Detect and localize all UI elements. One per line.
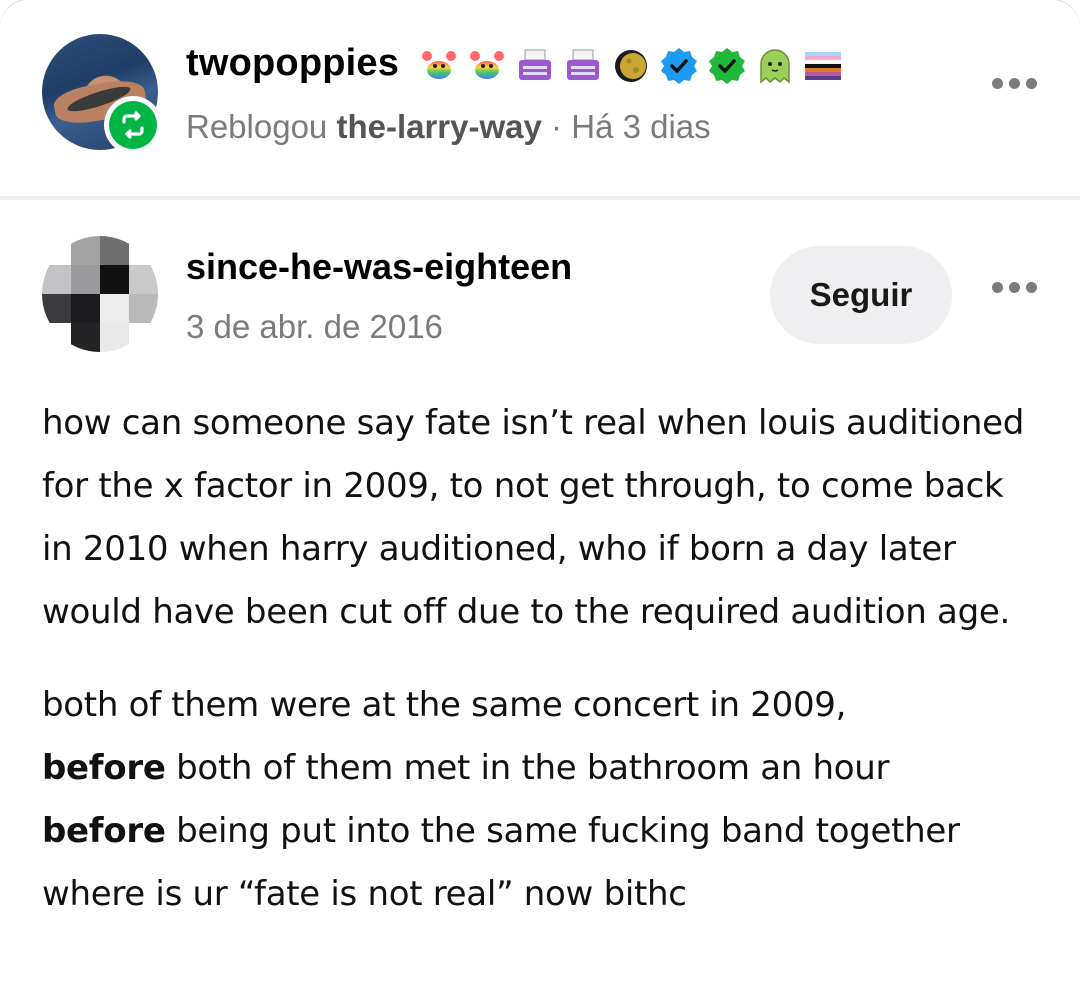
post-paragraph-1: how can someone say fate isn’t real when… [42,403,1025,632]
crab-rainbow-icon[interactable] [466,45,508,87]
reblogger-username[interactable]: twopoppies [186,42,399,85]
ghost-icon[interactable] [754,45,796,87]
reblog-time: Há 3 dias [571,108,711,145]
section-divider [0,196,1080,200]
pride-flag-icon[interactable] [802,45,844,87]
reblog-meta: Reblogou the-larry-way · Há 3 dias [186,108,711,146]
op-post-date: 3 de abr. de 2016 [186,308,443,345]
reblog-header-card [0,0,1080,200]
reblog-action-label: Reblogou [186,108,328,145]
verified-green-icon[interactable] [706,45,748,87]
blog-badges [418,42,844,90]
reblog-icon [109,101,157,149]
op-avatar[interactable] [42,236,158,352]
crab-rainbow-icon[interactable] [418,45,460,87]
paragraph-2-text-b: both of them met in the bathroom an hour [165,748,890,788]
bold-before-1: before [42,748,166,788]
meta-separator: · [551,108,563,145]
typewriter-icon[interactable] [562,45,604,87]
post-paragraph-2: both of them were at the same concert in… [42,674,1042,926]
reblog-more-options-icon[interactable] [992,78,1037,89]
follow-button[interactable]: Seguir [770,246,952,344]
post-body: how can someone say fate isn’t real when… [42,392,1042,956]
verified-blue-icon[interactable] [658,45,700,87]
paragraph-2-text-a: both of them were at the same concert in… [42,685,847,725]
paragraph-2-text-c: being put into the same fucking band tog… [42,811,960,914]
bold-before-2: before [42,811,166,851]
moon-icon[interactable] [610,45,652,87]
op-username[interactable]: since-he-was-eighteen [186,246,572,288]
typewriter-icon[interactable] [514,45,556,87]
source-blog-link[interactable]: the-larry-way [336,108,541,145]
post-more-options-icon[interactable] [992,282,1037,293]
reblog-badge [104,96,162,154]
